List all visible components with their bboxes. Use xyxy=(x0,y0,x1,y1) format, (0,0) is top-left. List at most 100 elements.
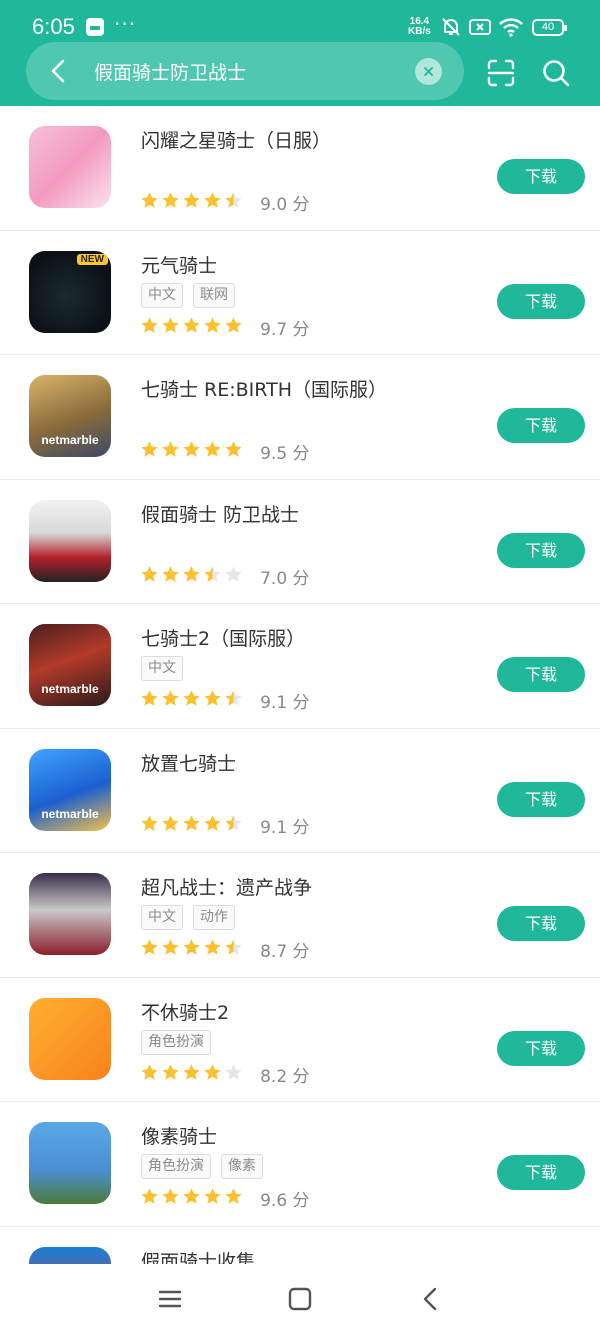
app-name[interactable]: 七骑士 RE:BIRTH（国际服） xyxy=(141,375,387,402)
app-name[interactable]: 像素骑士 xyxy=(141,1122,217,1149)
wifi-icon xyxy=(499,18,523,37)
app-name[interactable]: 七骑士2（国际服） xyxy=(141,624,305,651)
app-name[interactable]: 放置七骑士 xyxy=(141,749,236,776)
back-triangle-icon[interactable] xyxy=(416,1284,446,1314)
app-tag: 动作 xyxy=(193,905,235,930)
star-icon xyxy=(141,565,158,582)
app-icon[interactable]: netmarble xyxy=(29,748,111,831)
star-icon xyxy=(225,814,242,831)
app-list-item[interactable]: 假面骑士收集 xyxy=(0,1227,600,1265)
star-icon xyxy=(204,192,221,208)
download-button[interactable]: 下载 xyxy=(497,781,585,817)
app-rating: 9.1 分 xyxy=(140,688,310,713)
download-button[interactable]: 下载 xyxy=(497,1030,585,1066)
app-notification-icon xyxy=(86,18,104,36)
rating-stars xyxy=(140,191,245,214)
rating-stars xyxy=(140,316,245,339)
download-button[interactable]: 下载 xyxy=(497,408,585,443)
search-result-list[interactable]: 闪耀之星骑士（日服） 9.0 分 下载 NEW 元气骑士 中文 联网 9.7 分 … xyxy=(0,106,600,1264)
star-icon xyxy=(162,939,179,955)
app-name[interactable]: 假面骑士 防卫战士 xyxy=(141,500,299,527)
rating-stars xyxy=(140,565,245,588)
app-icon[interactable] xyxy=(29,126,111,208)
star-icon xyxy=(162,192,179,208)
app-list-item[interactable]: netmarble 放置七骑士 9.1 分 下载 xyxy=(0,729,600,853)
star-icon xyxy=(183,192,200,208)
app-icon[interactable] xyxy=(29,499,111,582)
app-rating: 9.6 分 xyxy=(140,1186,310,1211)
star-icon xyxy=(183,1188,200,1204)
download-button[interactable]: 下载 xyxy=(497,159,585,194)
app-name[interactable]: 假面骑士收集 xyxy=(141,1247,255,1265)
app-rating: 9.1 分 xyxy=(140,813,310,838)
star-icon xyxy=(141,690,158,706)
download-button[interactable]: 下载 xyxy=(497,657,585,692)
download-button[interactable]: 下载 xyxy=(497,283,585,319)
app-tag: 角色扮演 xyxy=(141,1154,211,1179)
app-tags: 角色扮演 像素 xyxy=(141,1154,273,1180)
download-button[interactable]: 下载 xyxy=(497,1155,585,1190)
app-icon[interactable] xyxy=(29,873,111,955)
back-arrow-icon[interactable] xyxy=(44,56,74,86)
rating-stars xyxy=(140,440,245,463)
app-list-item[interactable]: NEW 元气骑士 中文 联网 9.7 分 下载 xyxy=(0,231,600,355)
home-square-icon[interactable] xyxy=(285,1284,315,1314)
star-icon xyxy=(183,565,200,582)
app-rating: 8.2 分 xyxy=(140,1062,310,1087)
star-icon xyxy=(162,1188,179,1204)
star-icon xyxy=(162,316,179,333)
app-tag: 中文 xyxy=(141,282,183,308)
star-icon xyxy=(162,1063,179,1080)
rating-score: 7.0 分 xyxy=(260,568,310,589)
rating-stars xyxy=(140,1187,245,1210)
app-icon[interactable] xyxy=(29,1246,111,1264)
app-list-item[interactable]: netmarble 七骑士 RE:BIRTH（国际服） 9.5 分 下载 xyxy=(0,355,600,480)
new-badge: NEW xyxy=(76,253,108,265)
app-list-item[interactable]: netmarble 七骑士2（国际服） 中文 9.1 分 下载 xyxy=(0,604,600,729)
app-name[interactable]: 闪耀之星骑士（日服） xyxy=(141,126,331,153)
rating-score: 9.1 分 xyxy=(260,817,310,838)
app-tags: 中文 xyxy=(141,656,193,682)
search-input[interactable]: 假面骑士防卫战士 xyxy=(94,58,246,85)
star-icon xyxy=(183,814,200,831)
app-icon[interactable] xyxy=(29,997,111,1080)
publisher-logo: netmarble xyxy=(41,682,99,696)
app-name[interactable]: 不休骑士2 xyxy=(141,998,229,1025)
network-speed: 16.4 KB/s xyxy=(408,17,431,37)
app-tag: 中文 xyxy=(141,656,183,681)
app-name[interactable]: 元气骑士 xyxy=(141,251,217,278)
star-icon xyxy=(183,316,200,333)
menu-icon[interactable] xyxy=(155,1284,185,1314)
star-icon xyxy=(141,441,158,457)
star-icon xyxy=(204,814,221,831)
app-icon[interactable] xyxy=(29,1122,111,1204)
star-icon xyxy=(141,814,158,831)
app-tag: 联网 xyxy=(193,282,235,308)
app-icon[interactable]: NEW xyxy=(29,250,111,333)
star-icon xyxy=(204,565,221,582)
app-tag: 像素 xyxy=(221,1154,263,1179)
status-time: 6:05 xyxy=(32,14,75,39)
star-icon xyxy=(141,1188,158,1204)
app-rating: 9.7 分 xyxy=(140,315,310,340)
download-button[interactable]: 下载 xyxy=(497,906,585,941)
app-list-item[interactable]: 假面骑士 防卫战士 7.0 分 下载 xyxy=(0,480,600,604)
scan-icon[interactable] xyxy=(486,58,516,88)
app-list-item[interactable]: 闪耀之星骑士（日服） 9.0 分 下载 xyxy=(0,106,600,231)
app-list-item[interactable]: 超凡战士：遗产战争 中文 动作 8.7 分 下载 xyxy=(0,853,600,978)
app-icon[interactable]: netmarble xyxy=(29,624,111,706)
star-icon xyxy=(183,690,200,706)
search-bar[interactable]: 假面骑士防卫战士 xyxy=(26,42,464,100)
star-icon xyxy=(162,565,179,582)
app-list-item[interactable]: 不休骑士2 角色扮演 8.2 分 下载 xyxy=(0,978,600,1102)
rating-stars xyxy=(140,689,245,712)
app-icon[interactable]: netmarble xyxy=(29,375,111,457)
clear-search-button[interactable] xyxy=(415,58,442,85)
download-button[interactable]: 下载 xyxy=(497,532,585,568)
close-icon xyxy=(424,67,433,76)
app-name[interactable]: 超凡战士：遗产战争 xyxy=(141,873,312,900)
rating-score: 9.0 分 xyxy=(260,195,310,215)
app-list-item[interactable]: 像素骑士 角色扮演 像素 9.6 分 下载 xyxy=(0,1102,600,1227)
search-icon[interactable] xyxy=(541,58,571,88)
system-navigation-bar xyxy=(0,1264,600,1334)
